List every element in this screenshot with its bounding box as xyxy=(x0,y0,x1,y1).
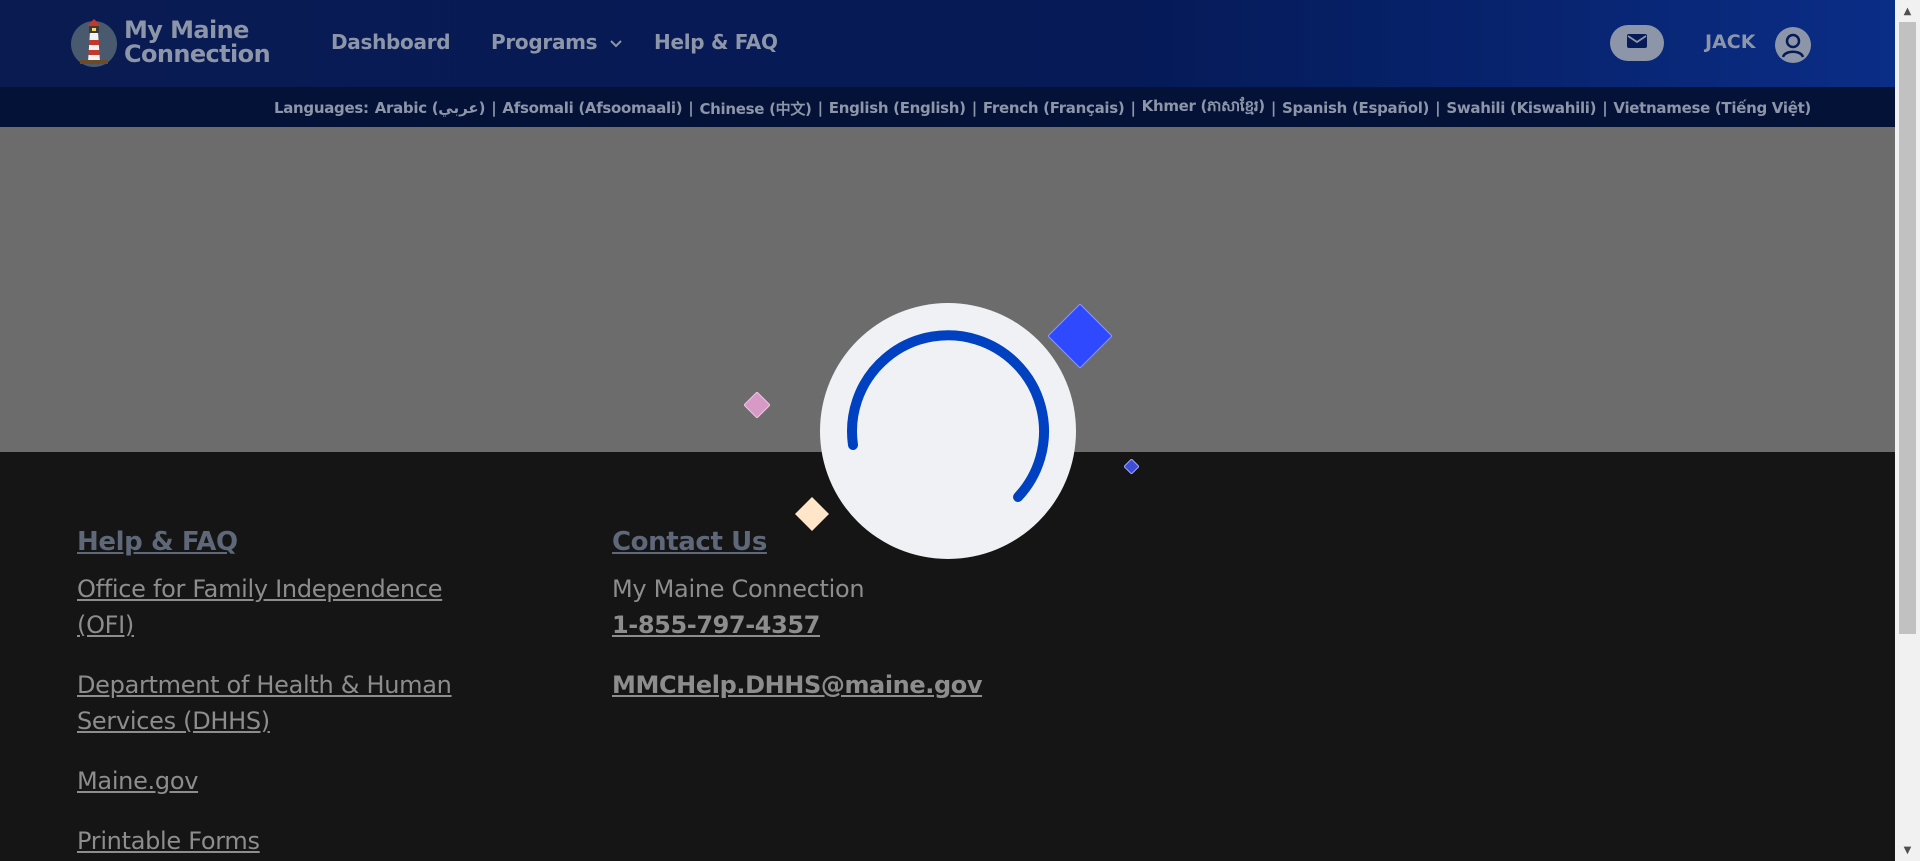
language-separator: | xyxy=(688,99,694,117)
diamond-sparkle-icon xyxy=(1047,303,1113,372)
language-separator: | xyxy=(817,99,823,117)
language-separator: | xyxy=(1602,99,1608,117)
footer-link-printable-forms[interactable]: Printable Forms xyxy=(77,823,497,859)
language-separator: | xyxy=(1270,99,1277,117)
language-list: Languages: Arabic (عربي) | Afsomali (Afsoo… xyxy=(274,97,1811,119)
contact-org-name: My Maine Connection xyxy=(612,575,865,603)
user-name[interactable]: JACK xyxy=(1705,31,1755,53)
contact-phone-link[interactable]: 1-855-797-4357 xyxy=(612,607,1032,643)
language-link[interactable]: Chinese (中文) xyxy=(699,98,811,119)
footer-link-dhhs[interactable]: Department of Health & Human Services (D… xyxy=(77,667,497,739)
language-separator: | xyxy=(1435,99,1441,117)
chevron-down-icon xyxy=(609,30,623,54)
diamond-sparkle-icon xyxy=(795,497,829,535)
diamond-sparkle-icon xyxy=(743,391,771,422)
page: My Maine Connection Dashboard Programs H… xyxy=(0,0,1920,861)
language-link[interactable]: Khmer (ភាសាខ្មែរ) xyxy=(1142,97,1266,119)
diamond-sparkle-icon xyxy=(1123,458,1140,478)
brand-name: My Maine Connection xyxy=(124,16,271,68)
language-separator: | xyxy=(971,99,977,117)
nav-programs-menu[interactable]: Programs xyxy=(491,30,623,54)
messages-button[interactable] xyxy=(1610,25,1664,61)
language-link[interactable]: English (English) xyxy=(829,99,966,117)
languages-label: Languages: xyxy=(273,99,369,117)
language-link[interactable]: Arabic (عربي) xyxy=(375,99,486,117)
footer-help-heading[interactable]: Help & FAQ xyxy=(77,527,497,557)
language-link[interactable]: Afsomali (Afsoomaali) xyxy=(502,99,682,117)
envelope-icon xyxy=(1626,33,1648,53)
brand-line-1: My Maine xyxy=(124,16,249,44)
footer-help-column: Help & FAQ Office for Family Independenc… xyxy=(77,527,497,861)
lighthouse-logo-icon xyxy=(70,14,118,70)
nav-help-faq-link[interactable]: Help & FAQ xyxy=(654,30,778,54)
language-separator: | xyxy=(491,99,497,117)
user-avatar-icon[interactable] xyxy=(1774,26,1812,64)
brand-line-2: Connection xyxy=(124,40,271,68)
nav-dashboard-link[interactable]: Dashboard xyxy=(331,30,451,54)
scroll-down-arrow-icon[interactable]: ▼ xyxy=(1895,839,1920,861)
language-link[interactable]: Vietnamese (Tiếng Việt) xyxy=(1613,99,1811,117)
language-bar: Languages: Arabic (عربي) | Afsomali (Afsoo… xyxy=(0,87,1895,127)
footer-link-maine-gov[interactable]: Maine.gov xyxy=(77,763,497,799)
scroll-up-arrow-icon[interactable]: ▲ xyxy=(1895,0,1920,22)
loading-spinner xyxy=(820,303,1076,559)
language-link[interactable]: French (Français) xyxy=(983,99,1125,117)
language-separator: | xyxy=(1130,99,1136,117)
language-link[interactable]: Spanish (Español) xyxy=(1282,99,1429,117)
scrollbar-thumb[interactable] xyxy=(1899,22,1916,634)
vertical-scrollbar[interactable]: ▲ ▼ xyxy=(1895,0,1920,861)
language-link[interactable]: Swahili (Kiswahili) xyxy=(1446,99,1596,117)
brand-logo[interactable]: My Maine Connection xyxy=(70,14,271,70)
contact-email-link[interactable]: MMCHelp.DHHS@maine.gov xyxy=(612,667,1032,703)
footer-link-ofi[interactable]: Office for Family Independence (OFI) xyxy=(77,571,497,643)
top-navigation: My Maine Connection Dashboard Programs H… xyxy=(0,0,1895,87)
nav-programs-label: Programs xyxy=(491,30,598,54)
